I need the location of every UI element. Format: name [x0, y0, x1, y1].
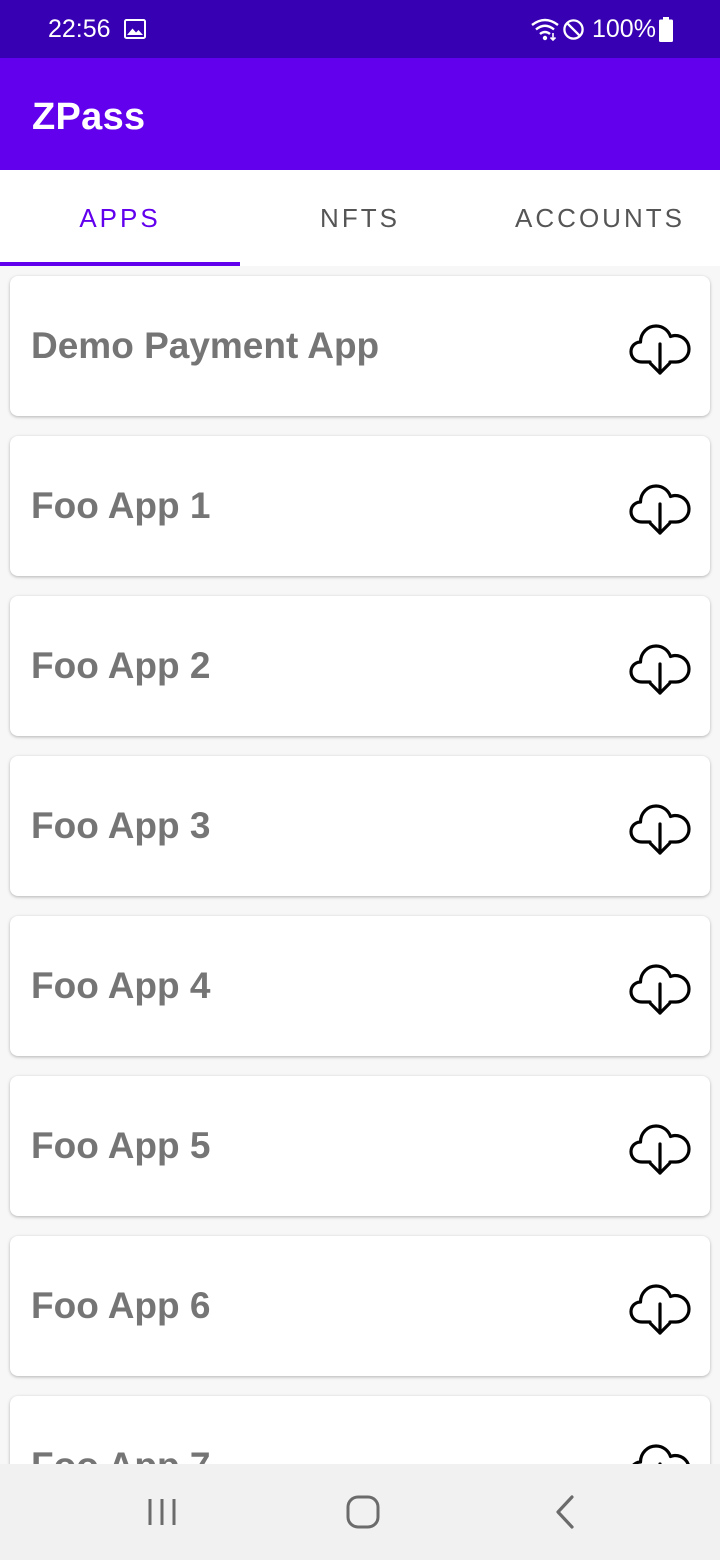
do-not-disturb-icon — [563, 19, 584, 40]
navigation-bar — [0, 1464, 720, 1560]
cloud-download-icon[interactable] — [628, 474, 692, 538]
app-name: Foo App 6 — [31, 1285, 211, 1326]
image-icon — [124, 19, 146, 39]
status-bar: 22:56 100% — [0, 0, 720, 58]
app-card-foo-app-3[interactable]: Foo App 3 — [10, 756, 710, 896]
app-name: Foo App 2 — [31, 645, 211, 686]
app-card-foo-app-4[interactable]: Foo App 4 — [10, 916, 710, 1056]
app-name: Foo App 5 — [31, 1125, 211, 1166]
back-icon[interactable] — [552, 1494, 578, 1530]
battery-icon — [659, 17, 673, 42]
app-card-foo-app-6[interactable]: Foo App 6 — [10, 1236, 710, 1376]
app-bar: ZPass — [0, 58, 720, 170]
app-name: Foo App 3 — [31, 805, 211, 846]
app-name: Foo App 7 — [31, 1444, 211, 1464]
cloud-download-icon[interactable] — [628, 954, 692, 1018]
wifi-icon — [531, 18, 559, 42]
app-name: Foo App 4 — [31, 965, 211, 1006]
tab-accounts[interactable]: ACCOUNTS — [480, 170, 720, 266]
app-card-foo-app-5[interactable]: Foo App 5 — [10, 1076, 710, 1216]
cloud-download-icon[interactable] — [628, 1114, 692, 1178]
cloud-download-icon[interactable] — [628, 1274, 692, 1338]
cloud-download-icon[interactable] — [628, 1434, 692, 1464]
tab-bar: APPS NFTS ACCOUNTS — [0, 170, 720, 266]
cloud-download-icon[interactable] — [628, 794, 692, 858]
app-name: Foo App 1 — [31, 485, 211, 526]
app-list[interactable]: Demo Payment App Foo App 1 Foo App 2 Foo… — [0, 266, 720, 1464]
app-card-foo-app-1[interactable]: Foo App 1 — [10, 436, 710, 576]
home-icon[interactable] — [345, 1494, 381, 1530]
tab-apps[interactable]: APPS — [0, 170, 240, 266]
cloud-download-icon[interactable] — [628, 314, 692, 378]
recent-apps-icon[interactable] — [146, 1496, 178, 1528]
battery-percentage: 100% — [592, 15, 656, 43]
app-title: ZPass — [32, 96, 146, 138]
status-time: 22:56 — [48, 15, 111, 43]
cloud-download-icon[interactable] — [628, 634, 692, 698]
app-card-foo-app-7[interactable]: Foo App 7 — [10, 1396, 710, 1464]
tab-nfts[interactable]: NFTS — [240, 170, 480, 266]
app-card-demo-payment-app[interactable]: Demo Payment App — [10, 276, 710, 416]
app-card-foo-app-2[interactable]: Foo App 2 — [10, 596, 710, 736]
app-name: Demo Payment App — [31, 325, 380, 366]
